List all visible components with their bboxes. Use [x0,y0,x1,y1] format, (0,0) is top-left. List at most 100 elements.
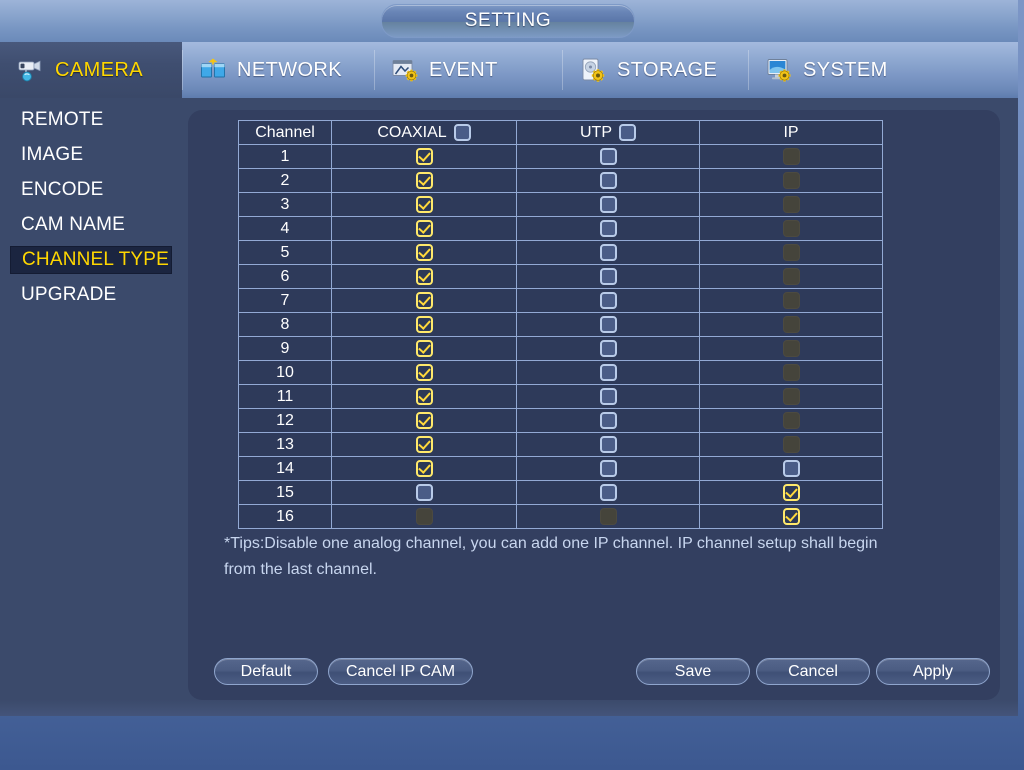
ip-cell [699,288,883,313]
coaxial-checkbox-channel-16 [415,507,433,525]
tab-system[interactable]: SYSTEM [748,42,936,98]
ip-checkbox-channel-8 [782,315,800,333]
column-header-label: Channel [255,123,315,141]
channel-number-cell: 10 [238,360,332,385]
utp-checkbox-channel-10[interactable] [599,363,617,381]
ip-checkbox-channel-7 [782,291,800,309]
utp-checkbox-channel-6[interactable] [599,267,617,285]
ip-checkbox-channel-4 [782,219,800,237]
coaxial-checkbox-channel-4[interactable] [415,219,433,237]
sidebar-item-label: UPGRADE [21,284,117,305]
sidebar-item-label: IMAGE [21,144,84,165]
channel-number-cell: 15 [238,480,332,505]
utp-cell [516,456,700,481]
coaxial-checkbox-channel-12[interactable] [415,411,433,429]
sidebar-item-remote[interactable]: REMOTE [10,106,172,134]
ip-checkbox-channel-5 [782,243,800,261]
tab-network[interactable]: NETWORK [182,42,374,98]
coaxial-cell [331,312,517,337]
coaxial-checkbox-channel-3[interactable] [415,195,433,213]
save-button[interactable]: Save [636,658,750,685]
utp-cell [516,384,700,409]
coaxial-checkbox-channel-10[interactable] [415,363,433,381]
apply-button[interactable]: Apply [876,658,990,685]
coaxial-checkbox-channel-2[interactable] [415,171,433,189]
ip-checkbox-channel-16[interactable] [782,507,800,525]
table-row: 2 [238,168,883,193]
coaxial-cell [331,240,517,265]
coaxial-cell [331,480,517,505]
column-header-utp: UTP [516,120,700,145]
coaxial-cell [331,168,517,193]
tab-storage[interactable]: STORAGE [562,42,748,98]
window-bottom-strip [0,700,1018,716]
utp-checkbox-channel-5[interactable] [599,243,617,261]
utp-checkbox-channel-15[interactable] [599,483,617,501]
utp-checkbox-channel-7[interactable] [599,291,617,309]
utp-cell [516,240,700,265]
coaxial-checkbox-channel-5[interactable] [415,243,433,261]
utp-checkbox-channel-3[interactable] [599,195,617,213]
sidebar-item-channel-type[interactable]: CHANNEL TYPE [10,246,172,274]
coaxial-cell [331,504,517,529]
utp-checkbox-channel-1[interactable] [599,147,617,165]
select-all-checkbox-coaxial[interactable] [453,124,471,141]
coaxial-checkbox-channel-11[interactable] [415,387,433,405]
sidebar-item-upgrade[interactable]: UPGRADE [10,281,172,309]
utp-checkbox-channel-8[interactable] [599,315,617,333]
ip-cell [699,480,883,505]
cancel-ip-cam-button[interactable]: Cancel IP CAM [328,658,473,685]
sidebar-item-encode[interactable]: ENCODE [10,176,172,204]
coaxial-checkbox-channel-14[interactable] [415,459,433,477]
channel-number-cell: 4 [238,216,332,241]
tab-camera[interactable]: CAMERA [0,42,182,98]
utp-checkbox-channel-11[interactable] [599,387,617,405]
ip-checkbox-channel-2 [782,171,800,189]
coaxial-cell [331,144,517,169]
utp-checkbox-channel-9[interactable] [599,339,617,357]
button-label: Cancel IP CAM [345,662,456,680]
default-button[interactable]: Default [214,658,318,685]
ip-checkbox-channel-15[interactable] [782,483,800,501]
coaxial-cell [331,336,517,361]
tab-event[interactable]: EVENT [374,42,562,98]
table-header-row: Channel COAXIAL UTP IP [238,120,883,145]
coaxial-checkbox-channel-15[interactable] [415,483,433,501]
coaxial-checkbox-channel-13[interactable] [415,435,433,453]
utp-checkbox-channel-4[interactable] [599,219,617,237]
table-row: 14 [238,456,883,481]
coaxial-checkbox-channel-8[interactable] [415,315,433,333]
cancel-button[interactable]: Cancel [756,658,870,685]
coaxial-checkbox-channel-7[interactable] [415,291,433,309]
coaxial-checkbox-channel-6[interactable] [415,267,433,285]
utp-checkbox-channel-12[interactable] [599,411,617,429]
channel-number-cell: 12 [238,408,332,433]
utp-checkbox-channel-14[interactable] [599,459,617,477]
ip-cell [699,312,883,337]
coaxial-checkbox-channel-9[interactable] [415,339,433,357]
channel-number-cell: 13 [238,432,332,457]
ip-checkbox-channel-10 [782,363,800,381]
channel-number-cell: 1 [238,144,332,169]
button-label: Apply [912,662,954,680]
utp-cell [516,408,700,433]
sidebar-item-cam-name[interactable]: CAM NAME [10,211,172,239]
main-tabbar: CAMERA NETWORK EVENT STORAGE SYSTEM [0,42,1018,98]
sidebar-item-image[interactable]: IMAGE [10,141,172,169]
channel-number-cell: 9 [238,336,332,361]
setting-window: SETTING CAMERA NETWORK EVENT STORAGE SYSTEM … [0,0,1018,716]
utp-checkbox-channel-13[interactable] [599,435,617,453]
ip-cell [699,192,883,217]
utp-checkbox-channel-2[interactable] [599,171,617,189]
table-row: 4 [238,216,883,241]
utp-cell [516,432,700,457]
coaxial-cell [331,192,517,217]
coaxial-cell [331,456,517,481]
column-header-ip: IP [699,120,883,145]
utp-cell [516,168,700,193]
ip-checkbox-channel-14[interactable] [782,459,800,477]
coaxial-checkbox-channel-1[interactable] [415,147,433,165]
ip-cell [699,216,883,241]
select-all-checkbox-utp[interactable] [619,124,636,141]
ip-cell [699,504,883,529]
